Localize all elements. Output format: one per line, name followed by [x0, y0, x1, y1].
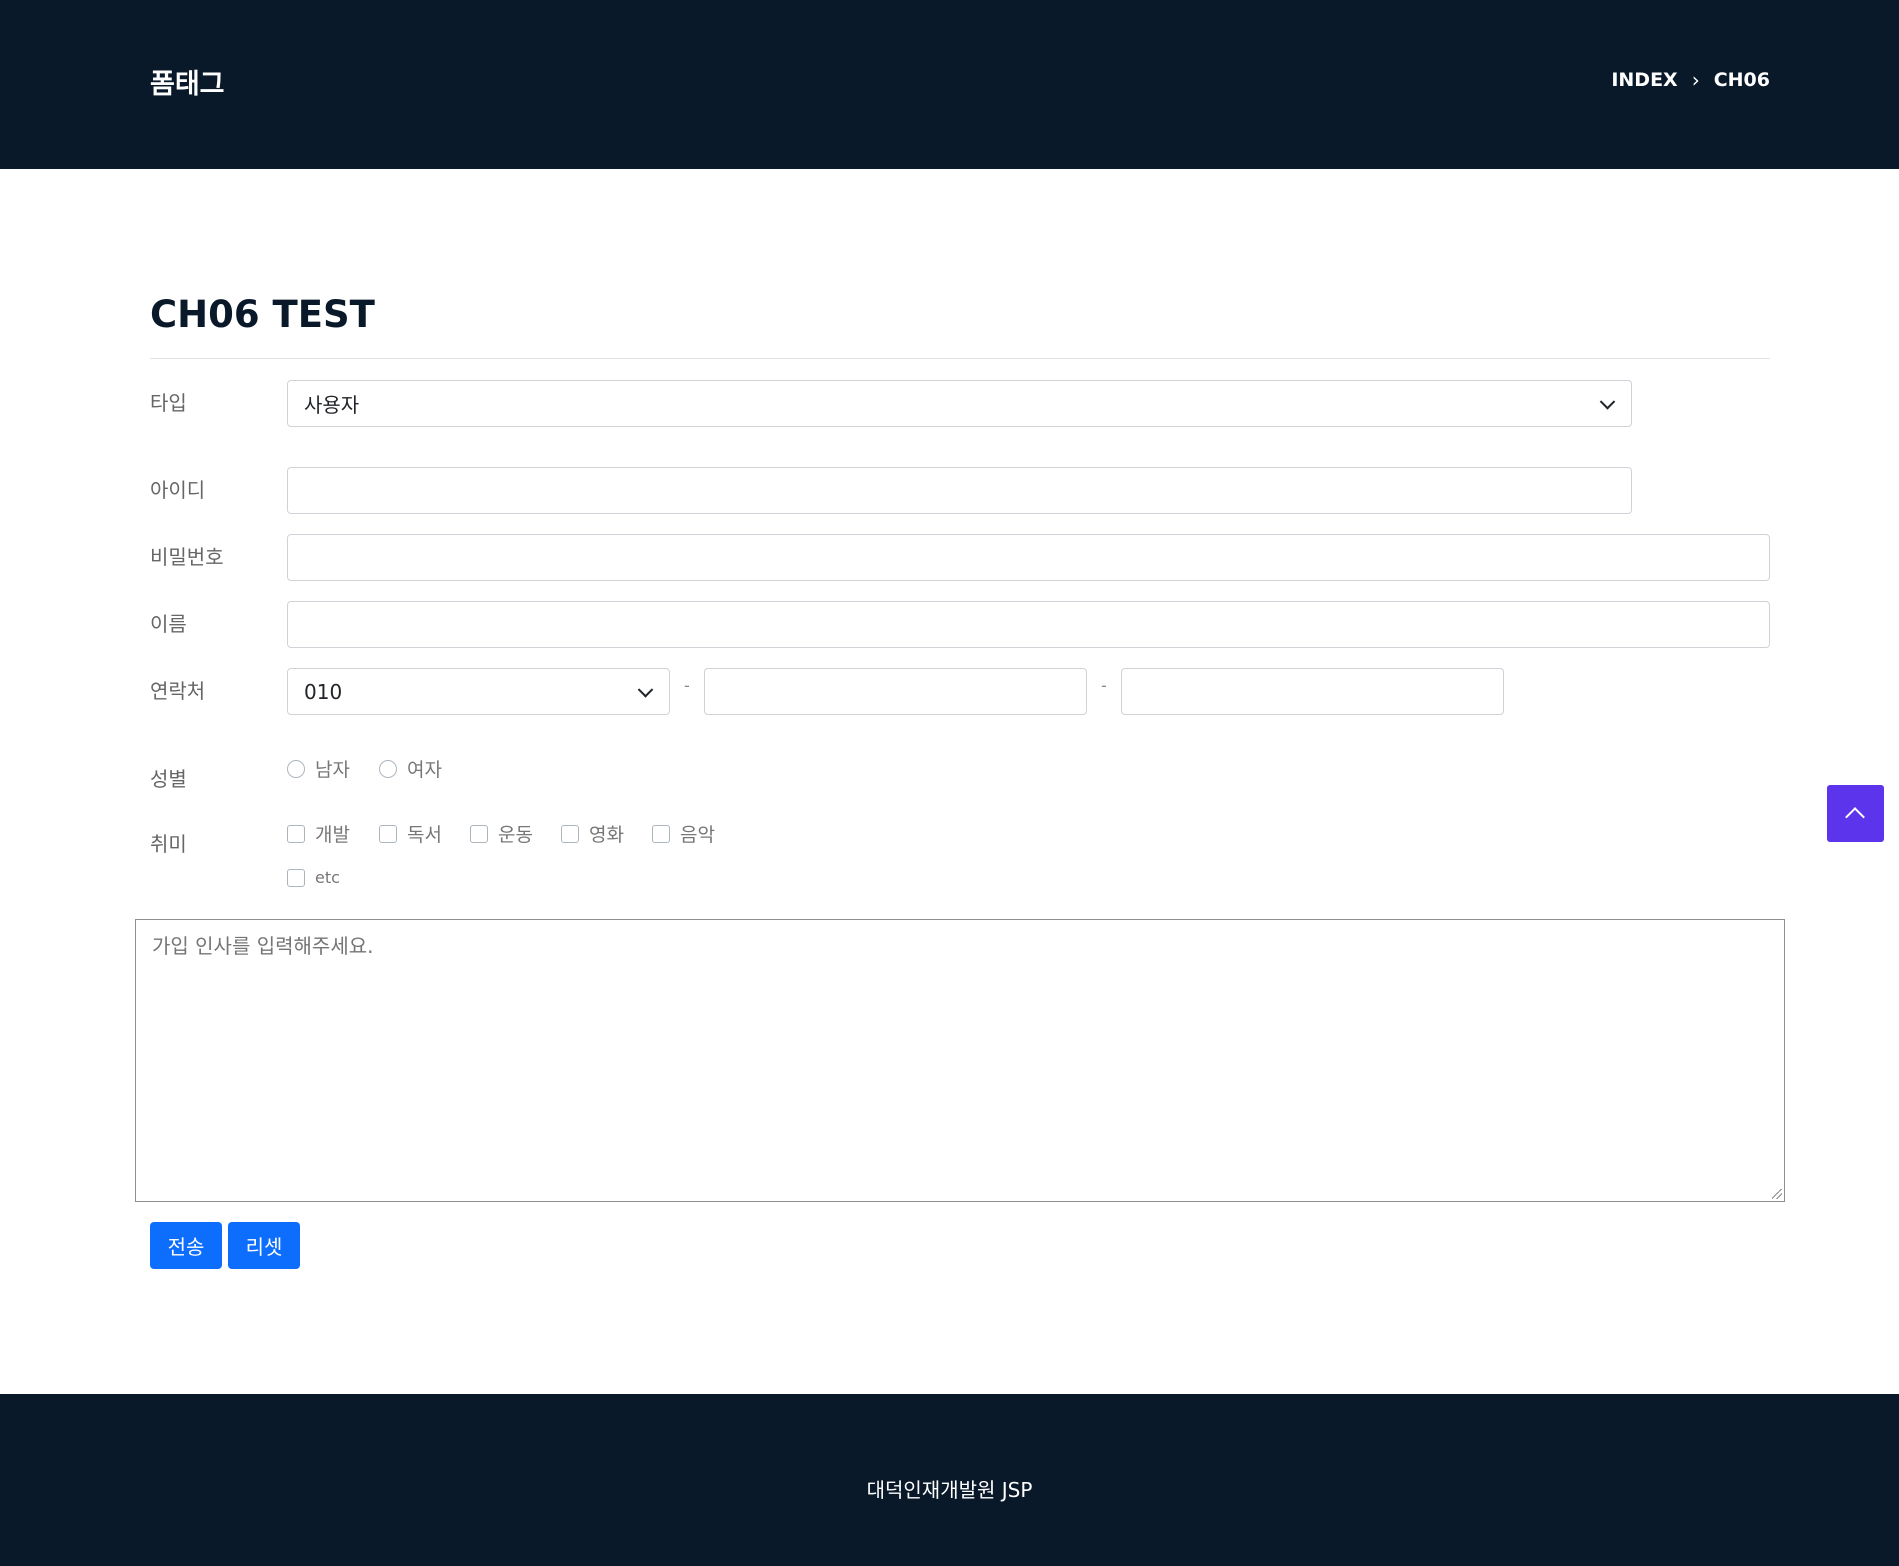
id-input[interactable] — [287, 467, 1632, 514]
password-input[interactable] — [287, 534, 1770, 581]
chevron-down-icon — [1599, 393, 1616, 410]
chevron-right-icon: › — [1691, 68, 1700, 92]
hobby-option-label: etc — [315, 868, 340, 887]
phone-label: 연락처 — [150, 679, 206, 703]
footer-text: 대덕인재개발원 JSP — [866, 1478, 1033, 1502]
checkbox[interactable] — [287, 824, 305, 843]
hobby-option-reading[interactable]: 독서 — [379, 820, 442, 847]
brand-logo[interactable]: 폼태그 — [150, 62, 225, 101]
name-label: 이름 — [150, 612, 187, 636]
phone-last-input[interactable] — [1121, 668, 1504, 715]
breadcrumb: INDEX › CH06 — [1611, 68, 1770, 92]
hobby-option-label: 음악 — [680, 824, 715, 846]
phone-dash: - — [1101, 676, 1107, 695]
id-label: 아이디 — [150, 478, 206, 502]
hobby-option-label: 운동 — [498, 824, 533, 846]
gender-option-male[interactable]: 남자 — [287, 755, 350, 782]
checkbox[interactable] — [470, 824, 488, 843]
greeting-placeholder: 가입 인사를 입력해주세요. — [152, 934, 374, 958]
name-input[interactable] — [287, 601, 1770, 648]
hobby-option-music[interactable]: 음악 — [652, 820, 715, 847]
greeting-textarea[interactable]: 가입 인사를 입력해주세요. — [135, 919, 1785, 1202]
hobby-option-label: 독서 — [407, 824, 442, 846]
gender-option-label: 여자 — [407, 759, 442, 781]
page-title: CH06 TEST — [150, 293, 375, 336]
hobby-option-exercise[interactable]: 운동 — [470, 820, 533, 847]
scroll-top-button[interactable] — [1827, 785, 1884, 842]
type-select[interactable]: 사용자 — [287, 380, 1632, 427]
phone-dash: - — [684, 676, 690, 695]
radio-button[interactable] — [379, 759, 397, 778]
chevron-down-icon — [637, 681, 654, 698]
radio-button[interactable] — [287, 759, 305, 778]
checkbox[interactable] — [287, 868, 305, 887]
type-select-value: 사용자 — [304, 393, 360, 417]
site-header: 폼태그 INDEX › CH06 — [0, 0, 1899, 169]
breadcrumb-index-link[interactable]: INDEX — [1611, 69, 1677, 91]
hobby-label: 취미 — [150, 832, 187, 856]
checkbox[interactable] — [561, 824, 579, 843]
hobby-option-label: 개발 — [315, 824, 350, 846]
hobby-option-label: 영화 — [589, 824, 624, 846]
resize-handle-icon[interactable] — [1772, 1189, 1782, 1199]
gender-option-female[interactable]: 여자 — [379, 755, 442, 782]
hobby-option-movie[interactable]: 영화 — [561, 820, 624, 847]
type-label: 타입 — [150, 391, 187, 415]
gender-label: 성별 — [150, 767, 187, 791]
phone-prefix-value: 010 — [304, 679, 343, 704]
password-label: 비밀번호 — [150, 545, 224, 569]
breadcrumb-current: CH06 — [1713, 69, 1770, 91]
gender-option-label: 남자 — [315, 759, 350, 781]
title-divider — [150, 358, 1770, 359]
submit-button[interactable]: 전송 — [150, 1222, 222, 1269]
hobby-option-dev[interactable]: 개발 — [287, 820, 350, 847]
phone-prefix-select[interactable]: 010 — [287, 668, 670, 715]
checkbox[interactable] — [652, 824, 670, 843]
chevron-up-icon — [1845, 807, 1865, 827]
checkbox[interactable] — [379, 824, 397, 843]
reset-button[interactable]: 리셋 — [228, 1222, 300, 1269]
phone-middle-input[interactable] — [704, 668, 1087, 715]
hobby-option-etc[interactable]: etc — [287, 868, 340, 887]
